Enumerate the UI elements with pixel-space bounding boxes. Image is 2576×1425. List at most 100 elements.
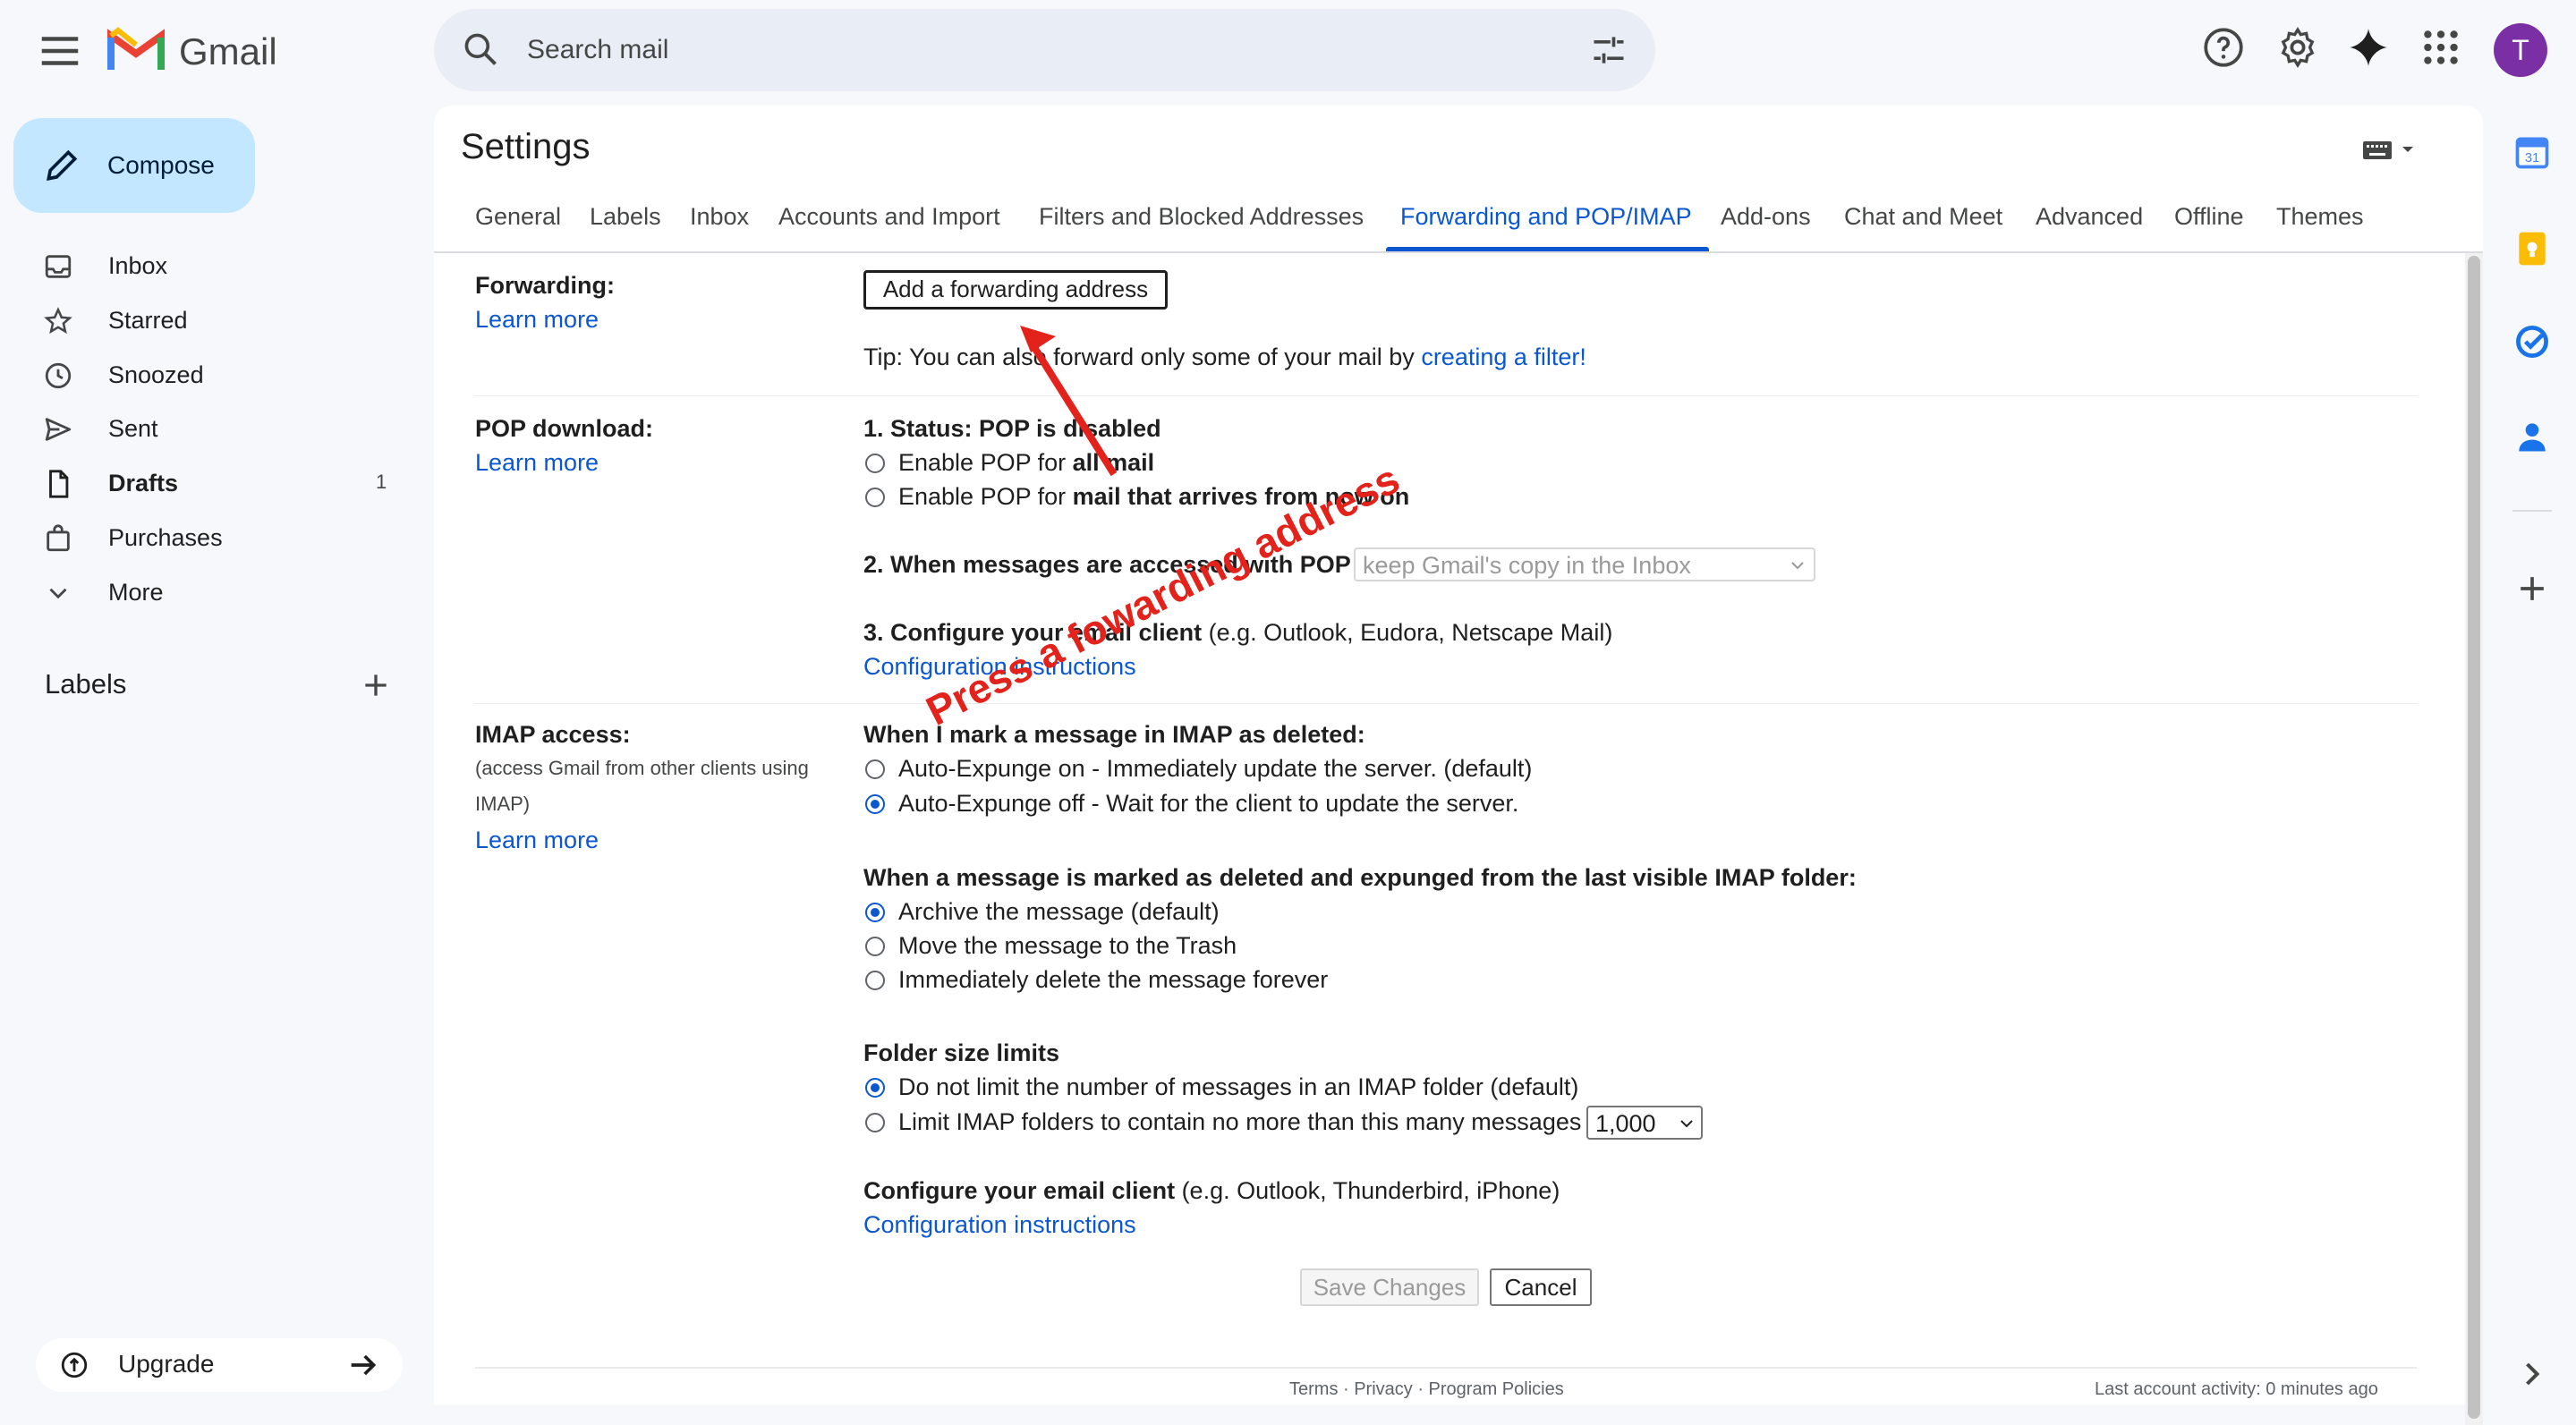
sidebar-item-more[interactable]: More bbox=[0, 565, 412, 619]
sidebar-item-sent[interactable]: Sent bbox=[0, 402, 412, 455]
imap-learn-more-link[interactable]: Learn more bbox=[475, 823, 599, 857]
delete-forever-label: Immediately delete the message forever bbox=[898, 966, 1329, 993]
gmail-logo[interactable] bbox=[107, 27, 165, 72]
sidebar-item-label: Sent bbox=[108, 415, 158, 442]
auto-expunge-off-radio[interactable] bbox=[865, 794, 885, 814]
expand-side-panel-chevron-icon[interactable] bbox=[2512, 1354, 2552, 1394]
contacts-icon[interactable] bbox=[2512, 417, 2552, 456]
tab-advanced[interactable]: Advanced bbox=[2036, 199, 2143, 234]
pop-action-value: keep Gmail's copy in the Inbox bbox=[1363, 552, 1691, 579]
pop-action-select[interactable]: keep Gmail's copy in the Inbox bbox=[1354, 547, 1815, 581]
tab-themes[interactable]: Themes bbox=[2276, 199, 2364, 234]
send-icon bbox=[43, 414, 73, 445]
annotation-arrow bbox=[1020, 326, 1118, 477]
google-apps-icon[interactable] bbox=[2419, 25, 2463, 70]
gemini-sparkle-icon[interactable] bbox=[2346, 25, 2391, 70]
tab-forwarding-and-pop-imap[interactable]: Forwarding and POP/IMAP bbox=[1400, 199, 1692, 234]
upgrade-label: Upgrade bbox=[118, 1350, 215, 1378]
rail-divider bbox=[2512, 510, 2552, 512]
tab-add-ons[interactable]: Add-ons bbox=[1721, 199, 1811, 234]
search-icon[interactable] bbox=[461, 30, 500, 69]
gmail-m-icon bbox=[107, 27, 165, 70]
chevron-down-icon bbox=[1789, 558, 1807, 573]
sidebar-item-starred[interactable]: Starred bbox=[0, 293, 412, 347]
enable-pop-from-now-radio[interactable] bbox=[865, 488, 885, 507]
enable-pop-all-radio[interactable] bbox=[865, 454, 885, 473]
sidebar-item-inbox[interactable]: Inbox bbox=[0, 239, 412, 293]
get-add-ons-plus-icon[interactable] bbox=[2512, 569, 2552, 608]
sidebar-item-label: Starred bbox=[108, 307, 188, 334]
tab-chat-and-meet[interactable]: Chat and Meet bbox=[1844, 199, 2002, 234]
imap-configure-client: Configure your email client (e.g. Outloo… bbox=[863, 1174, 1560, 1208]
inbox-icon bbox=[43, 251, 73, 282]
search-options-icon[interactable] bbox=[1589, 30, 1628, 70]
labels-heading: Labels bbox=[45, 668, 127, 700]
arrow-right-icon bbox=[345, 1347, 381, 1383]
drafts-count: 1 bbox=[376, 471, 387, 493]
keep-notes-icon[interactable] bbox=[2512, 229, 2552, 268]
upgrade-info-icon bbox=[59, 1350, 89, 1380]
tab-labels[interactable]: Labels bbox=[590, 199, 661, 234]
footer-divider bbox=[475, 1367, 2417, 1369]
sidebar-item-purchases[interactable]: Purchases bbox=[0, 511, 412, 564]
chevron-down-icon bbox=[43, 578, 73, 608]
archive-message-radio[interactable] bbox=[865, 903, 885, 922]
chevron-down-icon bbox=[1678, 1116, 1696, 1131]
folder-limit-value: 1,000 bbox=[1595, 1110, 1656, 1137]
no-folder-limit-radio[interactable] bbox=[865, 1078, 885, 1098]
configure-client-bold: Configure your email client bbox=[863, 1177, 1176, 1204]
last-account-activity: Last account activity: 0 minutes ago bbox=[2095, 1379, 2378, 1399]
tab-inbox[interactable]: Inbox bbox=[690, 199, 749, 234]
main-menu-button[interactable] bbox=[36, 27, 84, 75]
search-input[interactable]: Search mail bbox=[527, 30, 668, 70]
delete-forever-radio[interactable] bbox=[865, 971, 885, 990]
settings-gear-icon[interactable] bbox=[2275, 25, 2320, 70]
tab-divider bbox=[434, 251, 2483, 253]
pop-learn-more-link[interactable]: Learn more bbox=[475, 445, 599, 479]
limit-folders-label: Limit IMAP folders to contain no more th… bbox=[898, 1108, 1582, 1135]
sidebar-item-snoozed[interactable]: Snoozed bbox=[0, 348, 412, 402]
sidebar-item-label: Drafts bbox=[108, 470, 179, 496]
compose-button[interactable]: Compose bbox=[13, 118, 255, 213]
auto-expunge-on-radio[interactable] bbox=[865, 759, 885, 779]
sidebar-item-label: Purchases bbox=[108, 524, 223, 551]
forwarding-learn-more-link[interactable]: Learn more bbox=[475, 302, 599, 336]
no-folder-limit-label: Do not limit the number of messages in a… bbox=[898, 1073, 1579, 1100]
compose-label: Compose bbox=[107, 151, 215, 179]
limit-folders-radio[interactable] bbox=[865, 1113, 885, 1132]
create-label-plus-icon[interactable] bbox=[358, 667, 394, 703]
settings-panel: Settings General Labels Inbox Accounts a… bbox=[434, 106, 2483, 1425]
calendar-icon[interactable]: 31 bbox=[2512, 132, 2552, 172]
move-to-trash-label: Move the message to the Trash bbox=[898, 932, 1237, 959]
account-avatar[interactable]: T bbox=[2494, 23, 2547, 77]
search-bar[interactable]: Search mail bbox=[434, 9, 1655, 91]
upgrade-button[interactable]: Upgrade bbox=[36, 1338, 403, 1392]
add-forwarding-address-button[interactable]: Add a forwarding address bbox=[863, 270, 1168, 310]
imap-expunged-heading: When a message is marked as deleted and … bbox=[863, 864, 1857, 891]
cancel-button[interactable]: Cancel bbox=[1490, 1268, 1592, 1306]
tab-offline[interactable]: Offline bbox=[2174, 199, 2244, 234]
folder-limit-select[interactable]: 1,000 bbox=[1586, 1106, 1703, 1140]
section-divider bbox=[475, 703, 2417, 704]
footer-links[interactable]: Terms · Privacy · Program Policies bbox=[1289, 1374, 1564, 1404]
tab-general[interactable]: General bbox=[475, 199, 561, 234]
scrollbar-thumb[interactable] bbox=[2468, 256, 2480, 1419]
tab-accounts-and-import[interactable]: Accounts and Import bbox=[778, 199, 1000, 234]
sidebar-item-label: More bbox=[108, 579, 164, 606]
draft-file-icon bbox=[43, 469, 73, 499]
create-filter-link[interactable]: creating a filter! bbox=[1421, 344, 1586, 370]
input-tools-keyboard-icon[interactable] bbox=[2361, 136, 2424, 163]
gmail-wordmark: Gmail bbox=[179, 30, 277, 72]
tab-filters-and-blocked-addresses[interactable]: Filters and Blocked Addresses bbox=[1039, 199, 1364, 234]
move-to-trash-radio[interactable] bbox=[865, 937, 885, 956]
pop-configure-client: 3. Configure your email client (e.g. Out… bbox=[863, 615, 1612, 649]
tasks-icon[interactable] bbox=[2512, 322, 2552, 361]
save-changes-button[interactable]: Save Changes bbox=[1300, 1268, 1479, 1306]
page-title: Settings bbox=[461, 127, 591, 166]
sidebar-item-label: Snoozed bbox=[108, 361, 204, 388]
imap-configuration-instructions-link[interactable]: Configuration instructions bbox=[863, 1208, 1136, 1242]
support-icon[interactable] bbox=[2201, 25, 2246, 70]
configure-client-rest: (e.g. Outlook, Eudora, Netscape Mail) bbox=[1202, 619, 1613, 646]
clock-icon bbox=[43, 360, 73, 391]
sidebar-item-drafts[interactable]: Drafts 1 bbox=[0, 456, 412, 510]
